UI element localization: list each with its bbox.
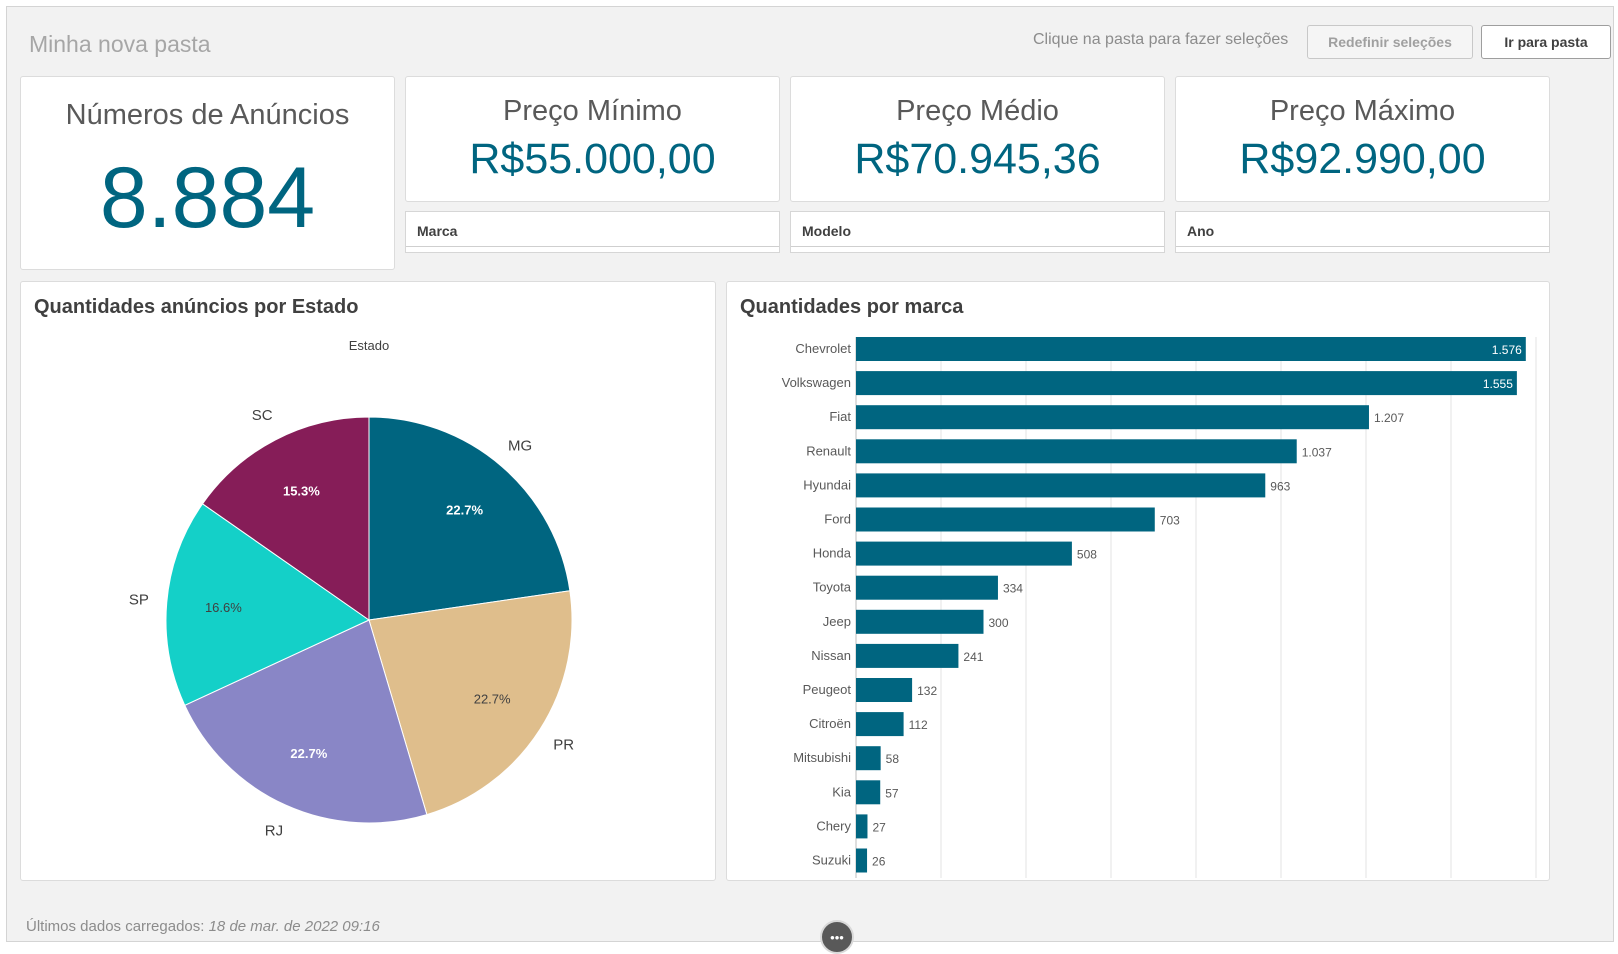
pie-chart-card[interactable]: Quantidades anúncios por Estado Estado 22… — [20, 281, 716, 881]
filter-brand-label: Marca — [417, 223, 458, 239]
filter-model-label: Modelo — [802, 223, 851, 239]
bar-hyundai[interactable] — [856, 473, 1266, 498]
bar-jeep[interactable] — [856, 609, 984, 634]
kpi-avg-price[interactable]: Preço Médio R$70.945,36 — [790, 76, 1165, 202]
kpi-ad-count-label: Números de Anúncios — [65, 99, 350, 131]
kpi-avg-price-value: R$70.945,36 — [854, 135, 1101, 183]
bar-volkswagen[interactable] — [856, 371, 1517, 396]
bar-value-label: 963 — [1270, 479, 1290, 493]
bar-category-label: Kia — [832, 784, 852, 799]
pie-percent-label: 15.3% — [283, 483, 320, 498]
bar-chevrolet[interactable] — [856, 337, 1526, 361]
bar-category-label: Toyota — [813, 580, 852, 595]
bar-value-label: 58 — [886, 752, 900, 766]
bar-value-label: 703 — [1160, 514, 1180, 528]
bar-value-label: 508 — [1077, 548, 1097, 562]
bar-category-label: Nissan — [811, 648, 851, 663]
pie-slice-mg[interactable] — [368, 416, 571, 621]
bar-category-label: Hyundai — [803, 477, 851, 492]
pie-category-label: SP — [129, 592, 149, 609]
bar-renault[interactable] — [856, 439, 1297, 464]
go-to-sheet-button[interactable]: Ir para pasta — [1481, 25, 1611, 59]
bar-toyota[interactable] — [856, 575, 998, 600]
bar-value-label: 334 — [1003, 582, 1023, 596]
bar-value-label: 57 — [885, 786, 899, 800]
filter-divider — [1176, 246, 1549, 247]
pie-chart[interactable]: Estado 22.7% MG 22.7% PR 22.7% RJ 16.6% SP 15.3% S… — [21, 338, 715, 878]
selection-hint: Clique na pasta para fazer seleções — [1033, 31, 1289, 48]
kpi-min-price-label: Preço Mínimo — [503, 95, 682, 127]
bar-chery[interactable] — [856, 814, 868, 839]
bar-value-label: 1.576 — [1492, 343, 1522, 357]
bar-category-label: Fiat — [829, 409, 851, 424]
kpi-avg-price-label: Preço Médio — [896, 95, 1059, 127]
pie-category-label: MG — [508, 437, 532, 454]
kpi-min-price[interactable]: Preço Mínimo R$55.000,00 — [405, 76, 780, 202]
bar-value-label: 300 — [989, 616, 1009, 630]
bar-value-label: 26 — [872, 855, 886, 869]
pie-category-label: RJ — [265, 823, 283, 840]
pie-percent-label: 16.6% — [205, 600, 242, 615]
bar-value-label: 27 — [872, 820, 886, 834]
bar-value-label: 1.037 — [1302, 445, 1332, 459]
bar-category-label: Honda — [813, 546, 852, 561]
filter-year-label: Ano — [1187, 223, 1215, 239]
pie-percent-label: 22.7% — [290, 746, 327, 761]
last-loaded-timestamp: 18 de mar. de 2022 09:16 — [208, 918, 380, 935]
bar-category-label: Renault — [806, 443, 851, 458]
pie-percent-label: 22.7% — [446, 502, 483, 517]
kpi-ad-count[interactable]: Números de Anúncios 8.884 — [20, 76, 395, 270]
filter-brand[interactable]: Marca — [405, 211, 780, 253]
bar-fiat[interactable] — [856, 405, 1369, 430]
bar-value-label: 241 — [963, 650, 983, 664]
bar-category-label: Peugeot — [803, 682, 852, 697]
bar-category-label: Chevrolet — [795, 341, 851, 356]
pie-category-label: PR — [553, 736, 574, 753]
kpi-max-price-value: R$92.990,00 — [1239, 135, 1486, 183]
bar-category-label: Chery — [816, 818, 851, 833]
bar-value-label: 1.555 — [1483, 377, 1513, 391]
last-loaded-info: Últimos dados carregados: 18 de mar. de … — [26, 918, 380, 935]
filter-model[interactable]: Modelo — [790, 211, 1165, 253]
bar-value-label: 112 — [909, 718, 928, 732]
kpi-min-price-value: R$55.000,00 — [469, 135, 716, 183]
bar-kia[interactable] — [856, 780, 881, 805]
bar-mitsubishi[interactable] — [856, 746, 881, 771]
bar-category-label: Ford — [824, 512, 851, 527]
bar-chart[interactable]: Chevrolet 1.576 Volkswagen 1.555 Fiat 1.207 Re… — [727, 332, 1549, 878]
filter-divider — [406, 246, 779, 247]
bar-category-label: Citroën — [809, 716, 851, 731]
ellipsis-icon[interactable]: ••• — [820, 920, 854, 954]
bar-chart-title: Quantidades por marca — [740, 296, 964, 318]
kpi-max-price-label: Preço Máximo — [1269, 95, 1456, 127]
bar-chart-card[interactable]: Quantidades por marca Chevrolet 1.576 Volk… — [726, 281, 1550, 881]
last-loaded-label: Últimos dados carregados: — [26, 918, 205, 935]
pie-legend-title: Estado — [349, 338, 389, 353]
bar-category-label: Volkswagen — [782, 375, 851, 390]
sheet-title: Minha nova pasta — [29, 31, 211, 57]
pie-percent-label: 22.7% — [474, 692, 511, 707]
bar-value-label: 132 — [917, 684, 937, 698]
reset-selections-button[interactable]: Redefinir seleções — [1307, 25, 1473, 59]
bar-category-label: Jeep — [823, 614, 851, 629]
pie-chart-title: Quantidades anúncios por Estado — [34, 296, 359, 318]
bar-ford[interactable] — [856, 507, 1155, 532]
bar-citroën[interactable] — [856, 712, 904, 737]
pie-category-label: SC — [252, 407, 273, 424]
bar-peugeot[interactable] — [856, 678, 913, 702]
kpi-max-price[interactable]: Preço Máximo R$92.990,00 — [1175, 76, 1550, 202]
filter-divider — [791, 246, 1164, 247]
filter-year[interactable]: Ano — [1175, 211, 1550, 253]
bar-suzuki[interactable] — [856, 848, 868, 873]
bar-nissan[interactable] — [856, 643, 959, 668]
kpi-ad-count-value: 8.884 — [99, 150, 316, 246]
bar-category-label: Suzuki — [812, 853, 851, 868]
bar-category-label: Mitsubishi — [793, 750, 851, 765]
bar-honda[interactable] — [856, 541, 1072, 566]
bar-value-label: 1.207 — [1374, 411, 1404, 425]
